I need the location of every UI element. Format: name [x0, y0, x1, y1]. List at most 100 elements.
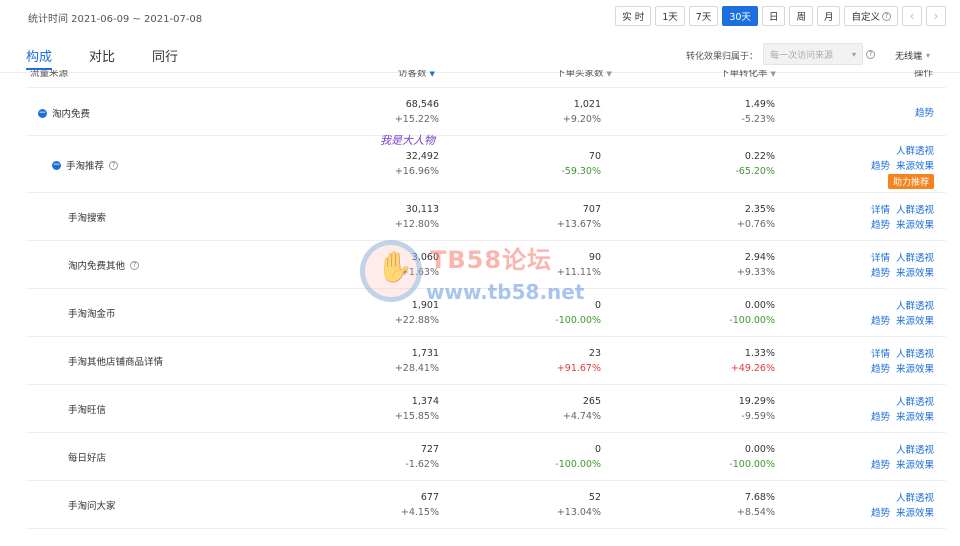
crowd-link[interactable]: 人群透视	[896, 250, 934, 264]
source-name-cell: 手淘淘金币	[68, 309, 116, 320]
table-row: 手淘其他店铺商品详情 1,731 +28.41% 23 +91.67% 1.33% +…	[26, 337, 946, 385]
attribution-select[interactable]: 每一次访问来源 ▾	[763, 43, 863, 65]
crowd-link[interactable]: 人群透视	[896, 490, 934, 504]
buyers-cell: 265 +4.74%	[562, 396, 601, 422]
conversion-cell: 1.49% -5.23%	[741, 99, 775, 125]
question-icon[interactable]: ?	[109, 160, 119, 170]
collapse-icon[interactable]: −	[52, 160, 61, 170]
table-row: 手淘问大家 677 +4.15% 52 +13.04% 7.68% +8.54% 人群…	[26, 481, 946, 529]
row-actions: 趋势	[909, 105, 934, 119]
visitors-cell: 68,546 +15.22%	[394, 99, 439, 125]
trend-link[interactable]: 趋势	[871, 409, 890, 423]
conversion-cell: 7.68% +8.54%	[736, 492, 775, 518]
range-custom-label: 自定义	[851, 12, 880, 23]
col-buyers[interactable]: 下单买家数 ▼	[556, 70, 612, 79]
question-icon[interactable]: ?	[130, 260, 140, 270]
buyers-cell: 90 +11.11%	[556, 252, 601, 278]
source-name-cell: 手淘其他店铺商品详情	[68, 357, 164, 368]
source-effect-link[interactable]: 来源效果	[896, 313, 934, 327]
source-effect-link[interactable]: 来源效果	[896, 217, 934, 231]
trend-link[interactable]: 趋势	[871, 361, 890, 375]
attribution-help-icon[interactable]: ?	[866, 50, 875, 59]
trend-link[interactable]: 趋势	[871, 313, 890, 327]
table-row: 手淘淘金币 1,901 +22.88% 0 -100.00% 0.00% -100.0…	[26, 289, 946, 337]
row-actions: 人群透视 趋势 来源效果	[871, 394, 934, 423]
source-name-cell: 手淘搜索	[68, 213, 107, 224]
wireless-select[interactable]: 无线端 ▾	[895, 49, 930, 62]
range-30day-button[interactable]: 30天	[722, 6, 758, 26]
crowd-link[interactable]: 人群透视	[896, 346, 934, 360]
source-effect-link[interactable]: 来源效果	[896, 457, 934, 471]
detail-link[interactable]: 详情	[871, 250, 890, 264]
row-actions: 人群透视 趋势 来源效果	[871, 298, 934, 327]
tab-compare[interactable]: 对比	[89, 46, 115, 65]
range-custom-button[interactable]: 自定义 ?	[844, 6, 898, 26]
table-row: − 淘内免费 68,546 +15.22% 1,021 +9.20% 1.49% -5…	[26, 88, 946, 136]
wireless-label: 无线端	[895, 52, 923, 62]
tab-peers[interactable]: 同行	[152, 46, 178, 65]
buyers-cell: 0 -100.00%	[555, 444, 601, 470]
conversion-cell: 2.35% +0.76%	[736, 204, 775, 230]
source-effect-link[interactable]: 来源效果	[896, 409, 934, 423]
visitors-cell: 30,113 +12.80%	[394, 204, 439, 230]
conversion-cell: 19.29% -9.59%	[738, 396, 775, 422]
table-row: 淘内免费其他 ? 3,060 +1.63% 90 +11.11% 2.94% +9.3…	[26, 241, 946, 289]
trend-link[interactable]: 趋势	[871, 158, 890, 172]
conversion-cell: 0.00% -100.00%	[729, 300, 775, 326]
next-arrow-button[interactable]: ›	[926, 6, 946, 26]
range-day-button[interactable]: 日	[761, 6, 786, 26]
sort-icon: ▼	[606, 70, 612, 78]
range-7day-button[interactable]: 7天	[688, 6, 719, 26]
trend-link[interactable]: 趋势	[871, 217, 890, 231]
crowd-link[interactable]: 人群透视	[896, 298, 934, 312]
row-actions: 人群透视 趋势 来源效果	[871, 442, 934, 471]
crowd-link[interactable]: 人群透视	[896, 442, 934, 456]
range-month-button[interactable]: 月	[816, 6, 841, 26]
table-header: 流量来源 访客数 ▼ 下单买家数 ▼ 下单转化率 ▼ 操作	[26, 70, 946, 88]
source-effect-link[interactable]: 来源效果	[896, 505, 934, 519]
tab-composition[interactable]: 构成	[26, 46, 52, 65]
source-effect-link[interactable]: 来源效果	[896, 361, 934, 375]
chevron-down-icon: ▾	[926, 51, 931, 60]
buyers-cell: 1,021 +9.20%	[562, 99, 601, 125]
source-name-cell: 每日好店	[68, 453, 107, 464]
crowd-link[interactable]: 人群透视	[896, 394, 934, 408]
visitors-cell: 1,731 +28.41%	[394, 348, 439, 374]
trend-link[interactable]: 趋势	[915, 105, 934, 119]
source-name-cell: 手淘旺信	[68, 405, 107, 416]
buyers-cell: 707 +13.67%	[556, 204, 601, 230]
buyers-cell: 70 -59.30%	[561, 151, 601, 177]
row-actions: 详情 人群透视 趋势 来源效果	[871, 202, 934, 231]
table-row: − 手淘推荐 ? 32,492 +16.96% 70 -59.30% 0.22% -6…	[26, 136, 946, 193]
prev-arrow-button[interactable]: ‹	[902, 6, 922, 26]
trend-link[interactable]: 趋势	[871, 505, 890, 519]
range-realtime-button[interactable]: 实 时	[615, 6, 652, 26]
table-row: 手淘搜索 30,113 +12.80% 707 +13.67% 2.35% +0.76…	[26, 193, 946, 241]
source-effect-link[interactable]: 来源效果	[896, 158, 934, 172]
collapse-icon[interactable]: −	[38, 108, 47, 118]
detail-link[interactable]: 详情	[871, 202, 890, 216]
sort-icon: ▼	[770, 70, 776, 78]
crowd-link[interactable]: 人群透视	[896, 202, 934, 216]
buyers-cell: 0 -100.00%	[555, 300, 601, 326]
source-effect-link[interactable]: 来源效果	[896, 265, 934, 279]
visitors-cell: 3,060 +1.63%	[400, 252, 439, 278]
chevron-down-icon: ▾	[851, 49, 856, 59]
range-week-button[interactable]: 周	[789, 6, 813, 26]
conversion-cell: 1.33% +49.26%	[730, 348, 775, 374]
trend-link[interactable]: 趋势	[871, 457, 890, 471]
range-1day-button[interactable]: 1天	[655, 6, 685, 26]
crowd-link[interactable]: 人群透视	[896, 143, 934, 157]
trend-link[interactable]: 趋势	[871, 265, 890, 279]
col-conversion[interactable]: 下单转化率 ▼	[720, 70, 776, 79]
source-name-cell: 手淘问大家	[68, 501, 116, 512]
detail-link[interactable]: 详情	[871, 346, 890, 360]
handwritten-annotation: 我是大人物	[380, 134, 435, 147]
boost-recommend-button[interactable]: 助力推荐	[887, 174, 934, 189]
conversion-cell: 0.22% -65.20%	[735, 151, 775, 177]
conversion-cell: 0.00% -100.00%	[729, 444, 775, 470]
visitors-cell: 677 +4.15%	[400, 492, 439, 518]
col-visitors[interactable]: 访客数 ▼	[398, 70, 435, 79]
traffic-source-table: 流量来源 访客数 ▼ 下单买家数 ▼ 下单转化率 ▼ 操作 − 淘内免费 68,546…	[26, 70, 946, 529]
buyers-cell: 23 +91.67%	[556, 348, 601, 374]
